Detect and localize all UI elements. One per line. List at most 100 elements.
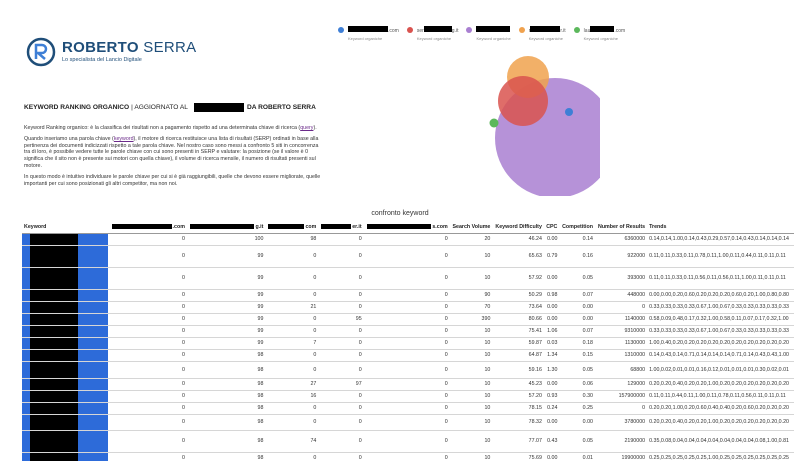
- keyword-link[interactable]: keyword: [114, 136, 134, 142]
- table-cell: 0: [108, 378, 187, 391]
- redacted-keyword: [22, 414, 108, 430]
- table-row[interactable]: 0 99 21 0 0 70 73.64 0.00 0.00 0 0.33,0.33,0.33,0.…: [22, 301, 794, 314]
- col-site4[interactable]: er.it: [318, 222, 364, 234]
- table-cell: 0: [318, 301, 364, 314]
- table-row[interactable]: 0 99 0 0 0 10 57.92 0.00 0.05 393000 0.11,0.11,0.3…: [22, 267, 794, 290]
- table-cell: 0.05: [559, 430, 595, 453]
- table-cell: 50.29: [492, 289, 544, 302]
- legend-item[interactable]: ser g.it Keyword organiche: [406, 26, 458, 41]
- table-cell: 0: [318, 233, 364, 246]
- table-cell: 0.14: [559, 233, 595, 246]
- table-row[interactable]: 0 98 74 0 0 10 77.07 0.43 0.05 2190000 0.35,0.08,0…: [22, 430, 794, 453]
- legend-item[interactable]: lau .com Keyword organiche: [573, 26, 625, 41]
- table-row[interactable]: 0 99 7 0 0 10 59.87 0.03 0.18 1130000 1.00,0.40,0.…: [22, 337, 794, 350]
- keyword-cell[interactable]: [22, 361, 108, 379]
- col-trends[interactable]: Trends: [647, 222, 794, 234]
- table-cell: 0.00: [543, 233, 560, 246]
- table-title: confronto keyword: [371, 210, 429, 217]
- table-cell: 0.00,0.00,0.20,0.60,0.20,0.20,0.20,0.60,…: [647, 289, 794, 302]
- col-competition[interactable]: Competition: [559, 222, 595, 234]
- table-row[interactable]: 0 99 0 0 0 10 65.63 0.79 0.16 922000 0.11,0.11,0.3…: [22, 245, 794, 268]
- table-cell: 0: [594, 402, 648, 415]
- redacted-date: [193, 103, 244, 112]
- keyword-cell[interactable]: [22, 245, 108, 268]
- table-row[interactable]: 0 99 0 95 0 390 80.66 0.00 0.00 1140000 0.58,0.09,…: [22, 313, 794, 326]
- table-cell: 0: [108, 313, 187, 326]
- col-volume[interactable]: Search Volume: [449, 222, 493, 234]
- legend-item[interactable]: .com Keyword organiche: [338, 26, 399, 41]
- col-results[interactable]: Number of Results: [594, 222, 648, 234]
- table-cell: 10: [449, 267, 493, 290]
- table-cell: 0: [265, 349, 319, 362]
- table-cell: 1.30: [543, 361, 560, 379]
- table-cell: 0.20,0.20,1.00,0.20,0.60,0.40,0.40,0.20,…: [647, 402, 794, 415]
- col-difficulty[interactable]: Keyword Difficulty: [492, 222, 544, 234]
- col-site3[interactable]: com: [265, 222, 319, 234]
- table-cell: 0: [363, 452, 450, 461]
- bubble-site2[interactable]: [498, 76, 548, 126]
- table-row[interactable]: 0 100 98 0 0 20 46.24 0.00 0.14 6360000 0.14,0.14,…: [22, 233, 794, 246]
- legend-item[interactable]: rr.it Keyword organiche: [518, 26, 566, 41]
- redacted-keyword: [22, 361, 108, 378]
- table-cell: 3780000: [594, 414, 648, 431]
- redacted-keyword: [22, 430, 108, 452]
- keyword-cell[interactable]: [22, 233, 108, 246]
- table-cell: 1130000: [594, 337, 648, 350]
- table-cell: 59.16: [492, 361, 544, 379]
- table-cell: 0: [318, 452, 364, 461]
- table-row[interactable]: 0 98 0 0 0 10 59.16 1.30 0.05 68800 1.00,0.02,0.01…: [22, 361, 794, 379]
- table-cell: 0: [363, 361, 450, 379]
- table-cell: 129000: [594, 378, 648, 391]
- table-cell: 0: [363, 430, 450, 453]
- table-cell: 0.14,0.14,1.00,0.14,0.43,0.29,0.57,0.14,…: [647, 233, 794, 246]
- redacted-keyword: [22, 402, 108, 414]
- table-cell: 0: [318, 337, 364, 350]
- bubble-site5[interactable]: [489, 118, 499, 128]
- table-cell: 0: [318, 245, 364, 268]
- keyword-cell[interactable]: [22, 414, 108, 431]
- table-row[interactable]: 0 98 0 0 0 10 75.69 0.00 0.01 19900000 0.25,0.25,0…: [22, 452, 794, 461]
- table-row[interactable]: 0 98 27 97 0 10 45.23 0.00 0.06 129000 0.20,0.20,0…: [22, 378, 794, 391]
- table-cell: 0: [108, 390, 187, 403]
- col-cpc[interactable]: CPC: [543, 222, 560, 234]
- table-cell: 0.16: [559, 245, 595, 268]
- keyword-cell[interactable]: [22, 289, 108, 302]
- table-row[interactable]: 0 98 0 0 0 10 64.87 1.34 0.15 1310000 0.14,0.43,0.…: [22, 349, 794, 362]
- table-row[interactable]: 0 99 0 0 0 10 75.41 1.06 0.07 9310000 0.33,0.33,0.…: [22, 325, 794, 338]
- keyword-cell[interactable]: [22, 267, 108, 290]
- table-cell: 0.33,0.33,0.33,0.33,0.67,1.00,0.67,0.33,…: [647, 301, 794, 314]
- keyword-cell[interactable]: [22, 349, 108, 362]
- keyword-cell[interactable]: [22, 313, 108, 326]
- keyword-cell[interactable]: [22, 452, 108, 461]
- table-row[interactable]: 0 98 16 0 0 10 57.20 0.93 0.30 157900000 0.11,0.11…: [22, 390, 794, 403]
- keyword-cell[interactable]: [22, 390, 108, 403]
- query-link[interactable]: query: [300, 125, 313, 131]
- col-site1[interactable]: .com: [108, 222, 187, 234]
- table-cell: 98: [186, 402, 266, 415]
- table-cell: 57.92: [492, 267, 544, 290]
- keyword-cell[interactable]: [22, 337, 108, 350]
- table-cell: 448000: [594, 289, 648, 302]
- col-keyword[interactable]: Keyword: [22, 222, 108, 234]
- table-row[interactable]: 0 98 0 0 0 10 78.32 0.00 0.00 3780000 0.20,0.20,0.…: [22, 414, 794, 431]
- table-row[interactable]: 0 98 0 0 0 10 78.15 0.24 0.25 0 0.20,0.20,1.00,0.2…: [22, 402, 794, 415]
- bubble-site1[interactable]: [565, 108, 573, 116]
- keyword-cell[interactable]: [22, 325, 108, 338]
- table-cell: 0: [363, 289, 450, 302]
- legend-dot-icon: [338, 27, 344, 33]
- table-cell: 98: [186, 390, 266, 403]
- table-cell: 0: [363, 414, 450, 431]
- table-cell: 59.87: [492, 337, 544, 350]
- legend-item[interactable]: Keyword organiche: [466, 26, 511, 41]
- table-row[interactable]: 0 99 0 0 0 90 50.29 0.98 0.07 448000 0.00,0.00,0.2…: [22, 289, 794, 302]
- keyword-cell[interactable]: [22, 430, 108, 453]
- logo-name: ROBERTO SERRA: [62, 39, 197, 56]
- keyword-cell[interactable]: [22, 301, 108, 314]
- keyword-cell[interactable]: [22, 402, 108, 415]
- col-site2[interactable]: g.it: [186, 222, 266, 234]
- col-site5[interactable]: s.com: [363, 222, 450, 234]
- table-cell: 1.06: [543, 325, 560, 338]
- report-title-mid: | AGGIORNATO AL: [131, 104, 188, 111]
- redacted-domain: [590, 26, 615, 32]
- keyword-cell[interactable]: [22, 378, 108, 391]
